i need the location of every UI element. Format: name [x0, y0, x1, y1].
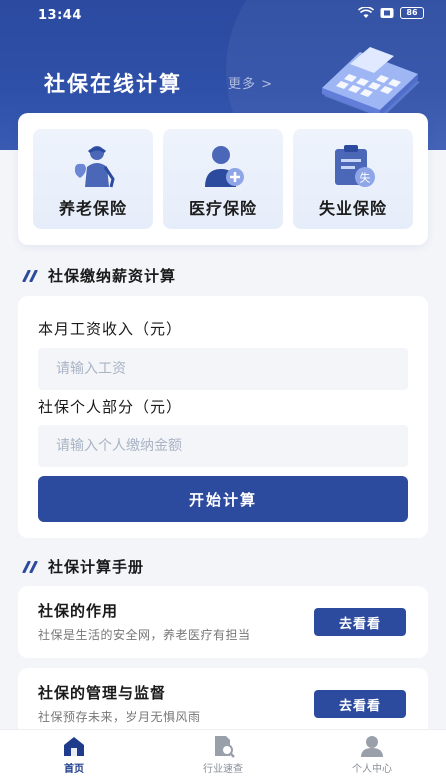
tab-industry-lookup-label: 行业速查 [203, 764, 243, 775]
view-button[interactable]: 去看看 [314, 690, 406, 718]
salary-input[interactable] [38, 348, 408, 390]
home-icon [64, 737, 84, 756]
medical-person-icon [205, 146, 244, 187]
calculator-section-title: 社保缴纳薪资计算 [20, 265, 176, 286]
elderly-care-icon [74, 146, 115, 188]
insurance-item-unemployment[interactable]: 失 失业保险 [293, 129, 413, 229]
calculator-section-title-text: 社保缴纳薪资计算 [48, 267, 177, 285]
calculator-card: 本月工资收入（元） 社保个人部分（元） 开始计算 [18, 296, 428, 538]
status-bar: 13:44 86 [0, 0, 446, 30]
handbook-item-title: 社保的管理与监督 [38, 684, 167, 702]
handbook-item[interactable]: 社保的作用 社保是生活的安全网，养老医疗有担当 去看看 [18, 586, 428, 658]
salary-label: 本月工资收入（元） [38, 320, 183, 338]
tab-home-label: 首页 [64, 764, 84, 775]
handbook-item-desc: 社保是生活的安全网，养老医疗有担当 [38, 628, 251, 642]
personal-part-label: 社保个人部分（元） [38, 398, 183, 416]
insurance-item-medical[interactable]: 医疗保险 [163, 129, 283, 229]
tab-profile-label: 个人中心 [352, 764, 392, 775]
bottom-tab-bar: 首页 行业速查 个人中心 [0, 729, 446, 777]
start-calculation-button[interactable]: 开始计算 [38, 476, 408, 522]
user-icon [361, 736, 383, 757]
personal-part-input[interactable] [38, 425, 408, 467]
status-icons: 86 [358, 7, 424, 19]
notification-icon [380, 7, 394, 19]
insurance-item-pension[interactable]: 养老保险 [33, 129, 153, 229]
double-slash-icon [22, 560, 38, 573]
insurance-label-medical: 医疗保险 [188, 199, 257, 218]
handbook-section-title: 社保计算手册 [20, 556, 144, 577]
handbook-section-title-text: 社保计算手册 [48, 558, 145, 576]
more-link[interactable]: 更多 > [228, 73, 273, 92]
insurance-card: 养老保险 医疗保险 失 失业保险 [18, 113, 428, 245]
handbook-item-desc: 社保预存未来，岁月无惧风雨 [38, 710, 201, 724]
unemployment-badge-text: 失 [360, 172, 371, 185]
tab-home[interactable]: 首页 [34, 734, 114, 776]
handbook-item-title: 社保的作用 [38, 602, 119, 620]
wifi-icon [358, 7, 374, 19]
unemployment-clipboard-icon: 失 [335, 145, 375, 187]
insurance-label-unemployment: 失业保险 [318, 199, 387, 218]
status-time: 13:44 [38, 8, 82, 23]
battery-icon: 86 [400, 7, 424, 19]
screen: 13:44 86 社保在线计算 更多 > 养老保险 医疗保险 失 失业保险 社保… [0, 0, 446, 777]
view-button[interactable]: 去看看 [314, 608, 406, 636]
document-search-icon [215, 736, 235, 758]
tab-profile[interactable]: 个人中心 [332, 734, 412, 776]
insurance-label-pension: 养老保险 [58, 199, 127, 218]
double-slash-icon [22, 269, 38, 282]
app-title: 社保在线计算 [44, 72, 182, 96]
tab-industry-lookup[interactable]: 行业速查 [183, 734, 263, 776]
